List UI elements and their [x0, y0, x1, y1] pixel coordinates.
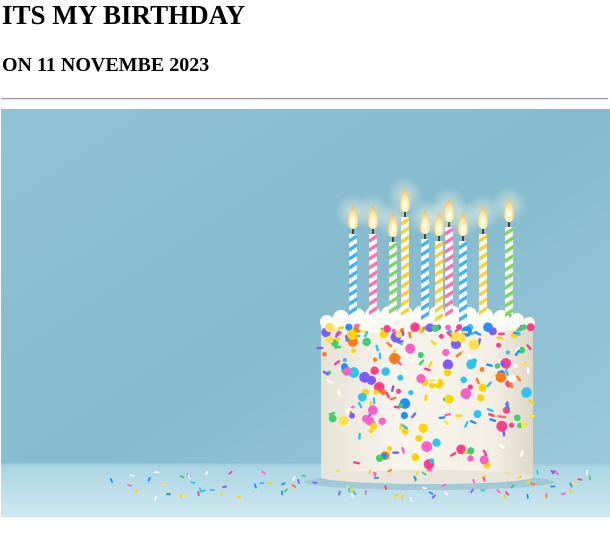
event-date-subtitle: ON 11 NOVEMBE 2023 [2, 54, 210, 76]
page-title: ITS MY BIRTHDAY [2, 0, 246, 30]
birthday-cake-photo [1, 109, 610, 517]
horizontal-divider [1, 98, 608, 100]
